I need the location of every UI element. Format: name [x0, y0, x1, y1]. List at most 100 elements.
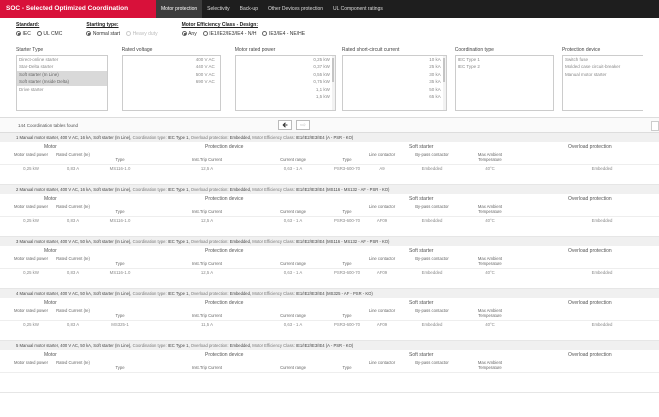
- export-button[interactable]: [651, 121, 659, 131]
- standard-ulcmc-radio[interactable]: UL CMC: [36, 30, 62, 37]
- normal-start-radio[interactable]: Normal start: [86, 30, 120, 37]
- cell-type: MS116-1.0: [109, 218, 131, 223]
- list-item[interactable]: 30 kA: [343, 71, 446, 78]
- col-motor-rated-power: Motor rated power: [14, 204, 48, 209]
- list-item[interactable]: Manual motor starter: [563, 71, 643, 78]
- group-overload-protection: Overload protection: [568, 352, 612, 358]
- tab-motor-protection[interactable]: Motor protection: [156, 0, 203, 18]
- tab-other-devices[interactable]: Other Devices protection: [263, 0, 328, 18]
- card-header[interactable]: 3 Manual motor starter, 400 V AC, 50 kA,…: [0, 237, 659, 246]
- short-circuit-list[interactable]: 10 kA 25 kA 30 kA 35 kA 50 kA 65 kA: [341, 55, 447, 111]
- list-item[interactable]: 0,55 kW: [236, 71, 335, 78]
- card-header[interactable]: 2 Manual motor starter, 400 V AC, 16 kA,…: [0, 185, 659, 194]
- scrollbar[interactable]: [442, 56, 446, 110]
- card-header[interactable]: 1 Manual motor starter, 400 V AC, 16 kA,…: [0, 133, 659, 142]
- left-arrow-icon[interactable]: 🡸: [278, 120, 292, 130]
- tab-selectivity[interactable]: Selectivity: [202, 0, 235, 18]
- coordination-type-list[interactable]: IEC Type 1 IEC Type 2: [454, 55, 554, 111]
- list-item[interactable]: Soft starter (Inside Delta): [17, 78, 107, 86]
- starter-type-list[interactable]: Direct-online starter Star-Delta starter…: [16, 55, 108, 111]
- motor-power-list[interactable]: 0,25 kW 0,37 kW 0,55 kW 0,75 kW 1,1 kW 1…: [234, 55, 336, 111]
- overload-label: Overload protection:: [190, 343, 229, 348]
- list-item[interactable]: Star-Delta starter: [17, 63, 107, 70]
- list-item[interactable]: 0,37 kW: [236, 63, 335, 70]
- list-item[interactable]: Direct-online starter: [17, 56, 107, 63]
- efficiency-value: IE1/IE2/IE3/IE4 (MS325 - AF - PSR - KO): [295, 291, 373, 296]
- group-protection-device: Protection device: [205, 300, 244, 306]
- cell-range: 0,63 - 1 A: [283, 166, 303, 171]
- col-type: Type: [115, 157, 125, 162]
- list-item[interactable]: 0,75 kW: [236, 78, 335, 85]
- right-arrow-icon[interactable]: ⇨: [296, 120, 310, 130]
- list-item[interactable]: 1,5 kW: [236, 93, 335, 100]
- cell-ss-type: PSR3-600-70: [333, 218, 361, 223]
- card-header[interactable]: 5 Manual motor starter, 400 V AC, 50 kA,…: [0, 341, 659, 350]
- radio-checked-icon: [86, 30, 92, 36]
- list-item[interactable]: IEC Type 2: [456, 63, 553, 70]
- tab-ul-component-ratings[interactable]: UL Component ratings: [328, 0, 388, 18]
- list-item[interactable]: Switch fuse: [563, 56, 643, 63]
- coordination-card: 4 Manual motor starter, 400 V AC, 50 kA,…: [0, 289, 659, 341]
- col-rated-current: Rated Current (Ie): [56, 308, 90, 313]
- list-item[interactable]: 35 kA: [343, 78, 446, 85]
- col-rated-current: Rated Current (Ie): [56, 204, 90, 209]
- list-item[interactable]: 500 V AC: [123, 71, 220, 78]
- scrollbar[interactable]: [331, 56, 335, 110]
- cell-power: 0,25 kW: [23, 270, 39, 275]
- overload-value: Embedded,: [229, 187, 252, 192]
- efficiency-value: IE1/IE2/IE3/IE4 (MS116 - MS132 - AF - PS…: [295, 239, 390, 244]
- col-current-range: Current range: [280, 313, 306, 318]
- group-motor: Motor: [44, 196, 57, 202]
- standard-iec-radio[interactable]: IEC: [16, 30, 31, 37]
- list-item[interactable]: 1,1 kW: [236, 86, 335, 93]
- efficiency-any-radio[interactable]: Any: [181, 30, 197, 37]
- card-title: Manual motor starter, 400 V AC, 50 kA, S…: [19, 343, 132, 348]
- efficiency-ie1-radio[interactable]: IE1/IE2/IE3/IE4 - N/H: [202, 30, 256, 37]
- card-number: 2: [16, 187, 19, 192]
- cell-ss-type: PSR3-600-70: [333, 166, 361, 171]
- col-bypass-contactor: By-pass contactor: [415, 308, 449, 313]
- starting-type-label: Starting type:: [86, 22, 119, 28]
- cell-range: 0,63 - 1 A: [283, 322, 303, 327]
- card-header[interactable]: 4 Manual motor starter, 400 V AC, 50 kA,…: [0, 289, 659, 298]
- list-item[interactable]: 50 kA: [343, 86, 446, 93]
- list-item[interactable]: 0,25 kW: [236, 56, 335, 63]
- protection-device-column: Protection device Switch fuse Molded cas…: [561, 47, 643, 117]
- protection-device-list[interactable]: Switch fuse Molded case circuit-breaker …: [561, 55, 643, 111]
- starter-type-column: Starter Type Direct-online starter Star-…: [16, 47, 108, 117]
- list-item[interactable]: 65 kA: [343, 93, 446, 100]
- card-title: Manual motor starter, 400 V AC, 50 kA, S…: [19, 291, 132, 296]
- list-item[interactable]: 400 V AC: [123, 56, 220, 63]
- group-motor: Motor: [44, 352, 57, 358]
- cell-power: 0,25 kW: [23, 322, 39, 327]
- col-line-contactor: Line contactor: [368, 152, 396, 157]
- list-item[interactable]: Drive starter: [17, 86, 107, 93]
- cell-bypass: Embedded: [421, 270, 443, 275]
- coordination-tables: 1 Manual motor starter, 400 V AC, 16 kA,…: [0, 133, 659, 393]
- efficiency-label: Motor Efficiency Class:: [252, 291, 295, 296]
- col-line-contactor: Line contactor: [368, 256, 396, 261]
- coordination-label: Coordination type:: [132, 343, 167, 348]
- col-inst-trip: Inst.Trip Current: [191, 365, 223, 370]
- list-item[interactable]: Molded case circuit-breaker: [563, 63, 643, 70]
- group-motor: Motor: [44, 248, 57, 254]
- list-item[interactable]: Soft starter (In Line): [17, 70, 107, 79]
- list-item[interactable]: 25 kA: [343, 63, 446, 70]
- radio-checked-icon: [16, 30, 21, 36]
- tab-back-up[interactable]: Back-up: [235, 0, 263, 18]
- rated-voltage-list[interactable]: 400 V AC 440 V AC 500 V AC 690 V AC: [121, 55, 221, 111]
- card-number: 5: [16, 343, 19, 348]
- list-item[interactable]: IEC Type 1: [456, 56, 553, 63]
- efficiency-value: IE1/IE2/IE3/IE4 (A - PSR - KO): [295, 135, 354, 140]
- list-item[interactable]: 690 V AC: [123, 78, 220, 85]
- divider: [0, 320, 659, 321]
- cell-overload: Embedded: [591, 322, 613, 327]
- group-protection-device: Protection device: [205, 352, 244, 358]
- efficiency-ie3-radio[interactable]: IE3/IE4 - NE/HE: [262, 30, 305, 37]
- list-item[interactable]: 440 V AC: [123, 63, 220, 70]
- group-overload-protection: Overload protection: [568, 248, 612, 254]
- coordination-card: 5 Manual motor starter, 400 V AC, 50 kA,…: [0, 341, 659, 393]
- list-item[interactable]: 10 kA: [343, 56, 446, 63]
- coordination-value: IEC Type 1,: [167, 291, 190, 296]
- cell-line: AF09: [376, 322, 388, 327]
